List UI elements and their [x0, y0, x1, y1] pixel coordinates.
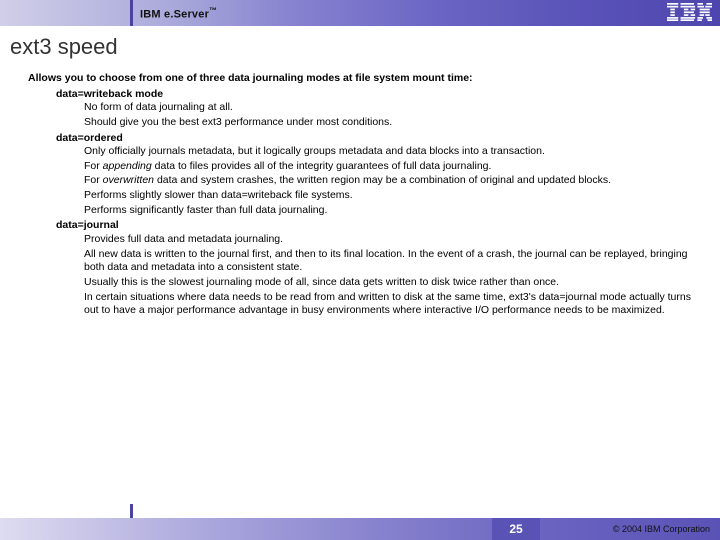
mode-line: Provides full data and metadata journali…: [84, 233, 692, 247]
brand-text: IBM e.Server: [140, 8, 209, 20]
mode-writeback-heading: data=writeback mode: [56, 88, 692, 102]
mode-line: All new data is written to the journal f…: [84, 248, 692, 275]
page-number: 25: [492, 518, 540, 540]
mode-journal-body: Provides full data and metadata journali…: [84, 233, 692, 318]
brand-tm: ™: [209, 6, 217, 15]
copyright-text: © 2004 IBM Corporation: [613, 518, 710, 540]
mode-ordered-heading: data=ordered: [56, 132, 692, 146]
mode-line: For appending data to files provides all…: [84, 160, 692, 174]
slide-content: Allows you to choose from one of three d…: [0, 72, 720, 318]
intro-text: Allows you to choose from one of three d…: [28, 72, 692, 86]
mode-ordered-body: Only officially journals metadata, but i…: [84, 145, 692, 217]
mode-line: Should give you the best ext3 performanc…: [84, 116, 692, 130]
brand-label: IBM e.Server™: [140, 6, 217, 21]
header-accent: [130, 0, 133, 26]
mode-writeback-body: No form of data journaling at all. Shoul…: [84, 101, 692, 129]
mode-line: Performs slightly slower than data=write…: [84, 189, 692, 203]
mode-line: Performs significantly faster than full …: [84, 204, 692, 218]
slide-header: IBM e.Server™: [0, 0, 720, 26]
ibm-logo-icon: [667, 3, 712, 26]
mode-line: For overwritten data and system crashes,…: [84, 174, 692, 188]
page-title: ext3 speed: [0, 26, 720, 72]
mode-line: Usually this is the slowest journaling m…: [84, 276, 692, 290]
mode-journal-heading: data=journal: [56, 219, 692, 233]
footer-accent: [130, 504, 133, 518]
mode-line: No form of data journaling at all.: [84, 101, 692, 115]
mode-line: Only officially journals metadata, but i…: [84, 145, 692, 159]
mode-line: In certain situations where data needs t…: [84, 291, 692, 318]
